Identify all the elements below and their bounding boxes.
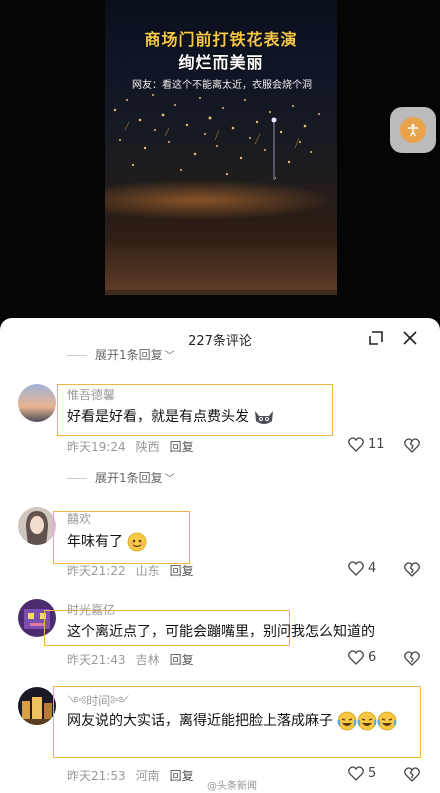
comment-text: 好看是好看，就是有点费头发 <box>67 405 275 429</box>
comment-time: 昨天21:43 <box>67 653 126 667</box>
like-count: 5 <box>368 766 377 781</box>
comment-location: 陕西 <box>135 440 160 454</box>
video-caption: 网友：看这个不能离太近，衣服会烧个洞 <box>132 80 312 91</box>
comment-username[interactable]: 囍欢 <box>67 510 91 527</box>
comment-meta: 昨天21:22 山东 回复 <box>67 562 204 579</box>
heart-icon <box>348 766 364 781</box>
comment-username[interactable]: 时光嘉亿 <box>67 601 115 618</box>
like-count: 6 <box>368 650 377 665</box>
ground-glow <box>105 180 337 220</box>
screen: 商场门前打铁花表演 绚烂而美丽 网友：看这个不能离太近，衣服会烧个洞 227条评… <box>0 0 440 793</box>
reply-button[interactable]: 回复 <box>170 440 194 454</box>
avatar[interactable] <box>18 507 56 545</box>
avatar[interactable] <box>18 384 56 422</box>
comment-time: 昨天21:22 <box>67 564 126 578</box>
comment-text: 年味有了 <box>67 530 147 554</box>
broken-heart-icon[interactable] <box>404 767 420 782</box>
watermark: @头条新闻 <box>207 781 257 792</box>
comment-meta: 昨天21:43 吉林 回复 <box>67 651 204 668</box>
smile-emoji-icon <box>128 532 147 552</box>
broken-heart-icon[interactable] <box>404 438 420 453</box>
comment-text-content: 网友说的大实话，离得近能把脸上落成麻子 <box>67 713 333 729</box>
comment-sheet-header: 227条评论 <box>0 318 440 358</box>
chevron-down-icon: ﹀ <box>164 351 175 362</box>
accessibility-icon <box>400 117 426 143</box>
reply-button[interactable]: 回复 <box>170 769 194 783</box>
avatar[interactable] <box>18 687 56 725</box>
expand-replies[interactable]: 展开1条回复 ﹀ <box>67 469 175 486</box>
comment-location: 山东 <box>135 564 160 578</box>
comment-text-content: 好看是好看，就是有点费头发 <box>67 409 249 425</box>
expand-replies-label: 展开1条回复 <box>95 348 163 362</box>
reply-divider-line <box>67 478 87 479</box>
comment-time: 昨天21:53 <box>67 769 126 783</box>
floating-assistant-button[interactable] <box>390 107 436 153</box>
comment-username[interactable]: 惟吾德馨 <box>67 386 115 403</box>
like-button[interactable]: 11 <box>348 437 385 452</box>
comment-text: 网友说的大实话，离得近能把脸上落成麻子 <box>67 709 427 733</box>
chevron-down-icon: ﹀ <box>164 474 175 485</box>
reply-button[interactable]: 回复 <box>170 564 194 578</box>
video-title-line2: 绚烂而美丽 <box>178 53 264 72</box>
comment-time: 昨天19:24 <box>67 440 126 454</box>
expand-icon[interactable] <box>368 330 384 346</box>
like-button[interactable]: 5 <box>348 766 376 781</box>
broken-heart-icon[interactable] <box>404 651 420 666</box>
reply-button[interactable]: 回复 <box>170 653 194 667</box>
video-player[interactable]: 商场门前打铁花表演 绚烂而美丽 网友：看这个不能离太近，衣服会烧个洞 <box>0 0 440 318</box>
comment-sheet: 227条评论 展开1条回复 ﹀ 惟吾德馨 好看是好看，就是有点费头发 昨天19:2… <box>0 318 440 793</box>
like-count: 11 <box>368 437 385 452</box>
comment-meta: 昨天21:53 河南 回复 <box>67 767 204 784</box>
like-button[interactable]: 6 <box>348 650 376 665</box>
video-title-line1: 商场门前打铁花表演 <box>144 30 298 49</box>
expand-replies-top[interactable]: 展开1条回复 ﹀ <box>67 346 175 363</box>
heart-icon <box>348 561 364 576</box>
cat-emoji-icon <box>255 411 274 424</box>
heart-icon <box>348 437 364 452</box>
comment-location: 吉林 <box>135 653 160 667</box>
like-count: 4 <box>368 561 377 576</box>
like-button[interactable]: 4 <box>348 561 376 576</box>
comment-meta: 昨天19:24 陕西 回复 <box>67 438 204 455</box>
comment-text: 这个离近点了，可能会蹦嘴里，别问我怎么知道的 <box>67 624 375 640</box>
comment-text-content: 年味有了 <box>67 534 123 550</box>
heart-icon <box>348 650 364 665</box>
video-lower-blur <box>105 245 337 295</box>
reply-divider-line <box>67 355 87 356</box>
laugh-cry-emoji-icon <box>378 711 397 731</box>
comment-location: 河南 <box>135 769 160 783</box>
laugh-cry-emoji-icon <box>338 711 357 731</box>
expand-replies-label: 展开1条回复 <box>95 471 163 485</box>
broken-heart-icon[interactable] <box>404 562 420 577</box>
close-icon[interactable] <box>402 330 418 346</box>
laugh-cry-emoji-icon <box>358 711 377 731</box>
